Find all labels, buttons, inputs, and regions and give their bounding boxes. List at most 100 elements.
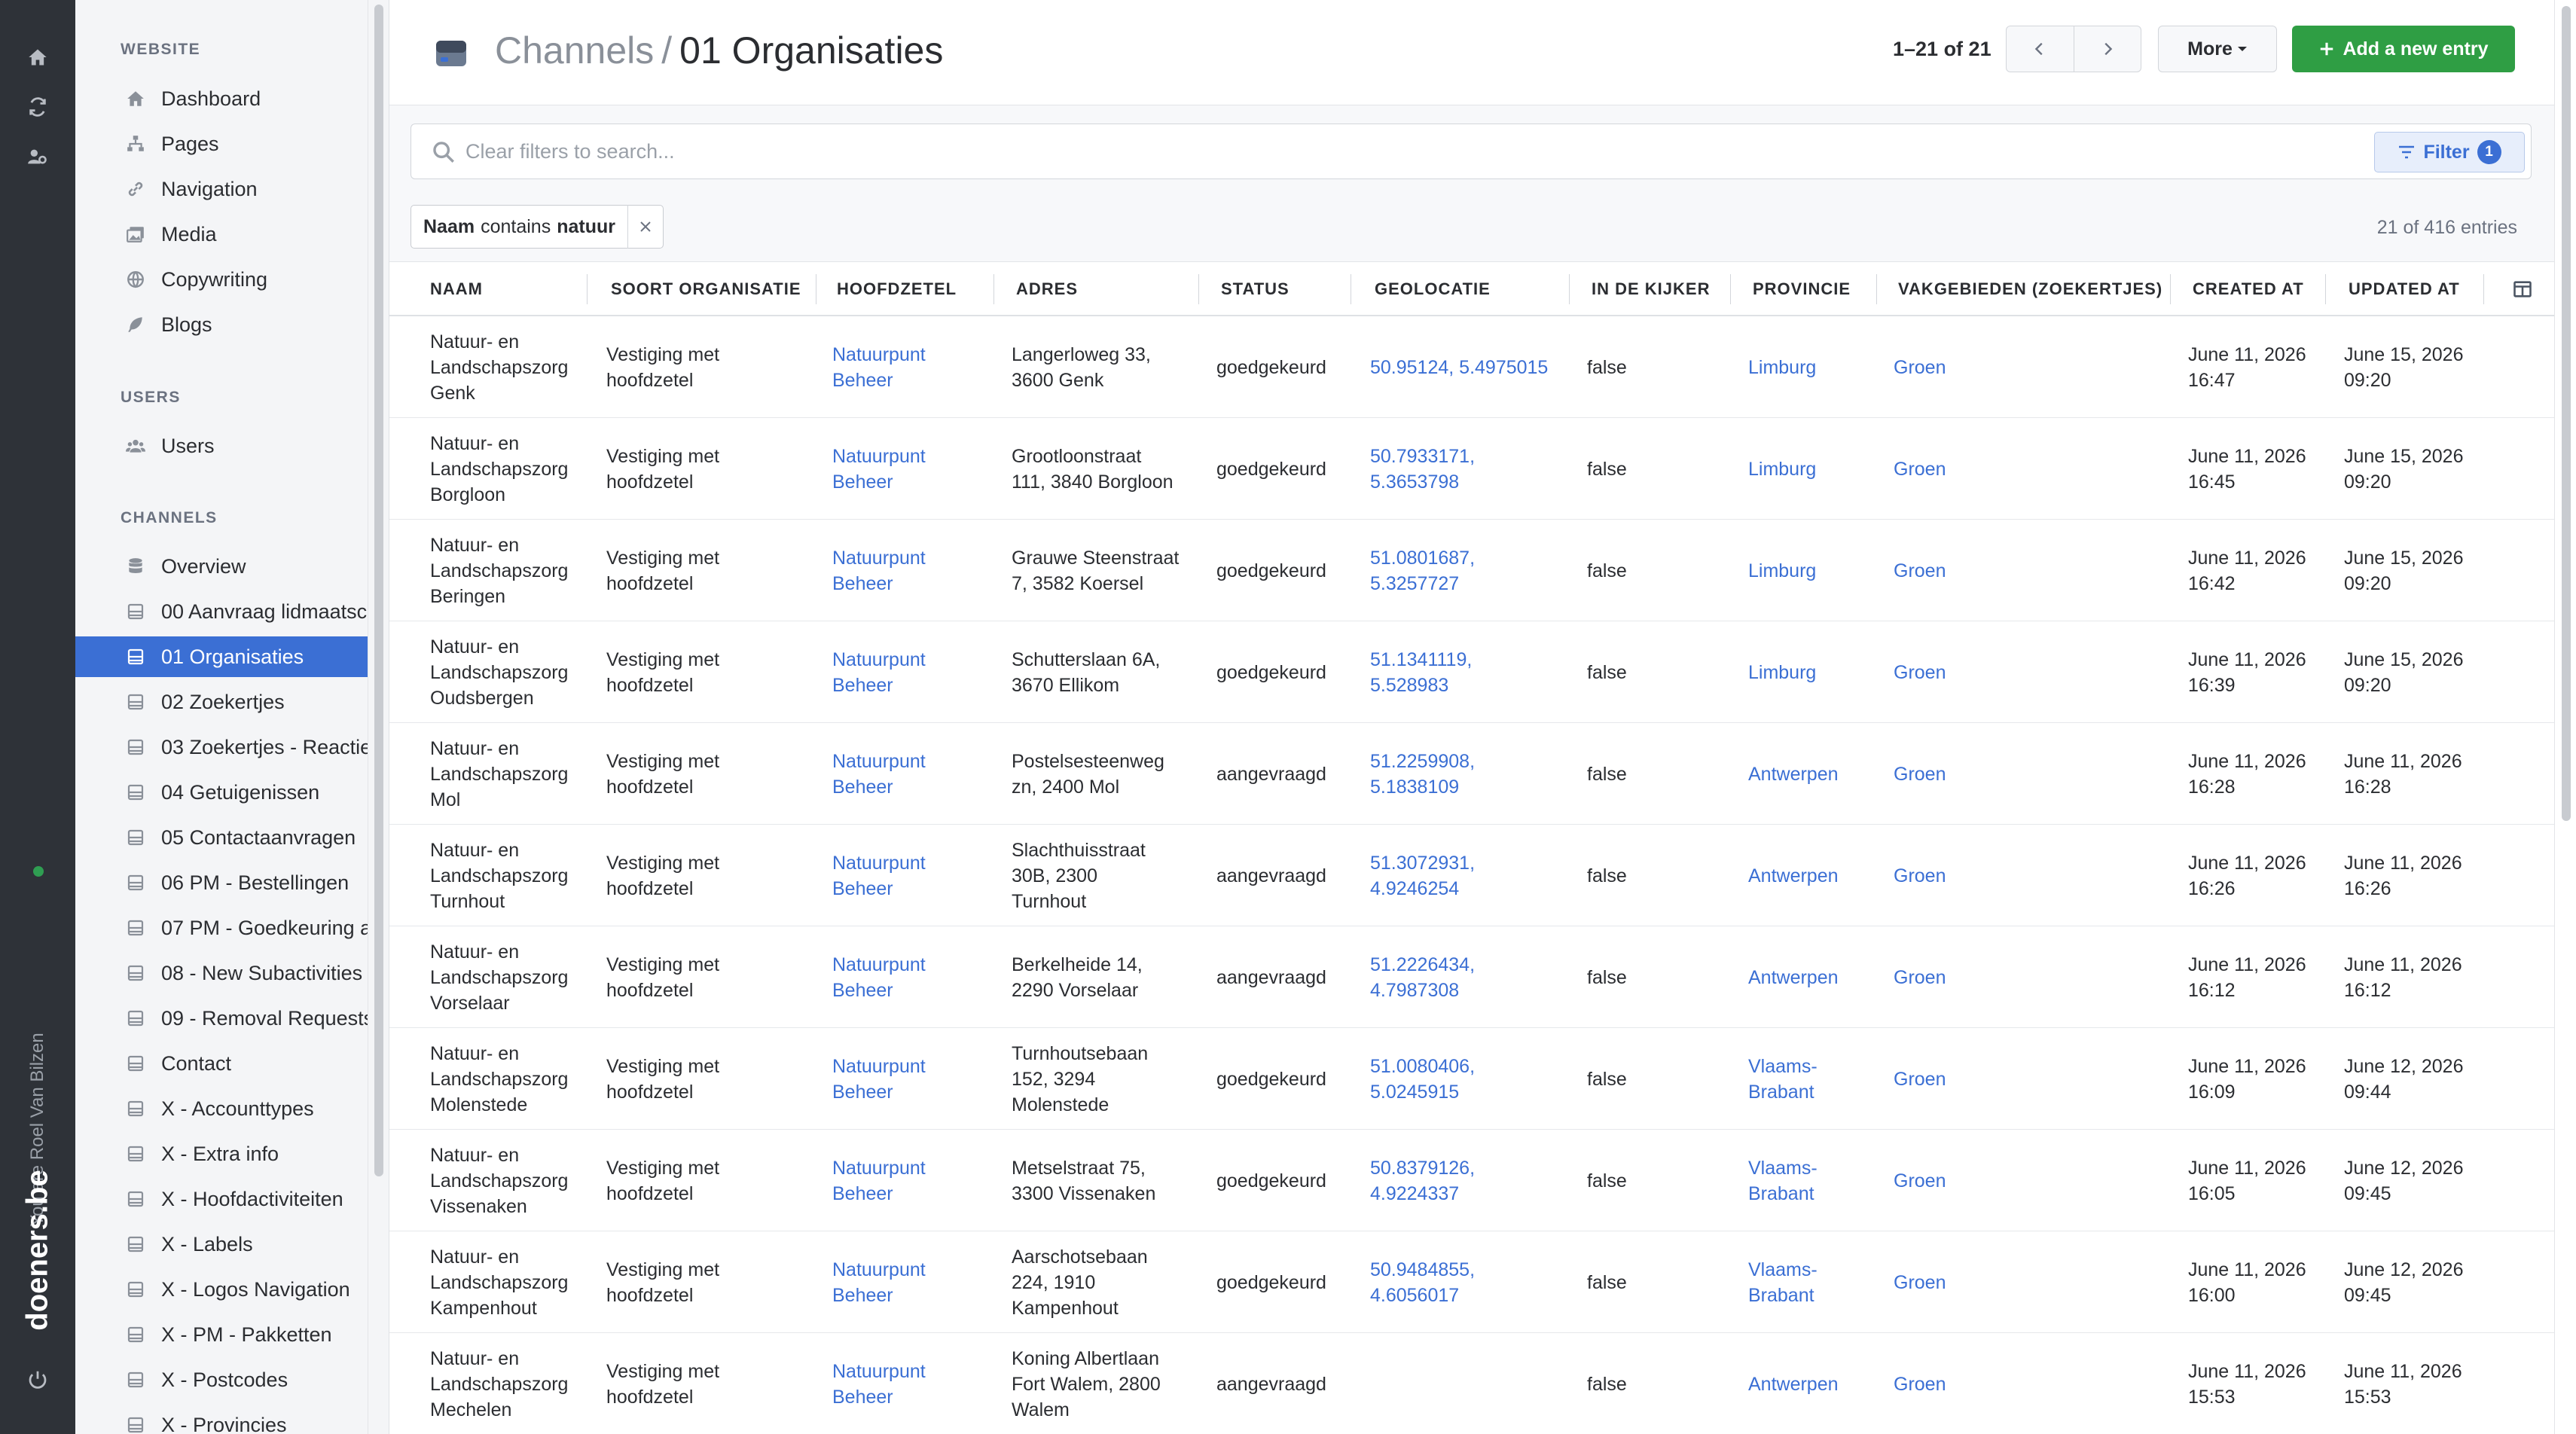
- geolocatie-link[interactable]: 51.0801687, 5.3257727: [1370, 520, 1475, 621]
- hoofdzetel-link[interactable]: Natuurpunt Beheer: [832, 418, 926, 520]
- column-divider[interactable]: [2325, 274, 2326, 304]
- table-row[interactable]: Natuur- en Landschapszorg Genk Vestiging me…: [389, 316, 2555, 418]
- hoofdzetel-link[interactable]: Natuurpunt Beheer: [832, 926, 926, 1028]
- main-scrollbar[interactable]: [2554, 0, 2576, 1434]
- geolocatie-link[interactable]: 50.7933171, 5.3653798: [1370, 418, 1475, 520]
- sidebar-item-channel[interactable]: 05 Contactaanvragen: [75, 817, 368, 858]
- table-row[interactable]: Natuur- en Landschapszorg Kampenhout Vestig…: [389, 1231, 2555, 1333]
- filter-button[interactable]: Filter 1: [2374, 132, 2525, 172]
- add-entry-button[interactable]: Add a new entry: [2292, 26, 2515, 72]
- column-divider[interactable]: [1730, 274, 1731, 304]
- column-divider[interactable]: [587, 274, 588, 304]
- column-header[interactable]: GEOLOCATIE: [1375, 262, 1491, 316]
- sidebar-item-dashboard[interactable]: Dashboard: [75, 78, 368, 119]
- column-header[interactable]: IN DE KIJKER: [1592, 262, 1710, 316]
- sidebar-item-channel-active[interactable]: 01 Organisaties: [75, 636, 368, 677]
- table-row[interactable]: Natuur- en Landschapszorg Borgloon Vestigin…: [389, 418, 2555, 520]
- provincie-link[interactable]: Limburg: [1748, 621, 1816, 723]
- vakgebieden-link[interactable]: Groen: [1894, 1333, 1946, 1434]
- geolocatie-link[interactable]: 51.3072931, 4.9246254: [1370, 825, 1475, 926]
- geolocatie-link[interactable]: 51.2226434, 4.7987308: [1370, 926, 1475, 1028]
- vakgebieden-link[interactable]: Groen: [1894, 621, 1946, 723]
- users-gear-icon[interactable]: [24, 143, 51, 170]
- hoofdzetel-link[interactable]: Natuurpunt Beheer: [832, 1028, 926, 1130]
- sidebar-scrollbar-thumb[interactable]: [374, 5, 383, 1176]
- vakgebieden-link[interactable]: Groen: [1894, 1231, 1946, 1333]
- sidebar-item-media[interactable]: Media: [75, 214, 368, 255]
- sidebar-item-channel[interactable]: 09 - Removal Requests: [75, 998, 368, 1039]
- column-header[interactable]: PROVINCIE: [1753, 262, 1851, 316]
- provincie-link[interactable]: Vlaams- Brabant: [1748, 1028, 1818, 1130]
- provincie-link[interactable]: Antwerpen: [1748, 1333, 1839, 1434]
- provincie-link[interactable]: Limburg: [1748, 520, 1816, 621]
- more-button[interactable]: More: [2158, 26, 2277, 72]
- sidebar-item-channel[interactable]: 07 PM - Goedkeuring aanvragen: [75, 908, 368, 948]
- sidebar-item-channel[interactable]: X - Postcodes: [75, 1359, 368, 1400]
- hoofdzetel-link[interactable]: Natuurpunt Beheer: [832, 723, 926, 825]
- column-header[interactable]: UPDATED AT: [2349, 262, 2460, 316]
- sidebar-item-channel[interactable]: 00 Aanvraag lidmaatschap: [75, 591, 368, 632]
- vakgebieden-link[interactable]: Groen: [1894, 316, 1946, 418]
- sidebar-item-pages[interactable]: Pages: [75, 124, 368, 164]
- table-row[interactable]: Natuur- en Landschapszorg Mechelen Vestigin…: [389, 1333, 2555, 1434]
- sidebar-item-channel[interactable]: X - Accounttypes: [75, 1088, 368, 1129]
- power-icon[interactable]: [24, 1366, 51, 1393]
- previous-page-button[interactable]: [2007, 26, 2074, 72]
- table-row[interactable]: Natuur- en Landschapszorg Oudsbergen Vestig…: [389, 621, 2555, 723]
- sidebar-item-channel[interactable]: X - Hoofdactiviteiten: [75, 1179, 368, 1219]
- main-scrollbar-thumb[interactable]: [2562, 6, 2571, 821]
- vakgebieden-link[interactable]: Groen: [1894, 926, 1946, 1028]
- table-row[interactable]: Natuur- en Landschapszorg Vissenaken Vestig…: [389, 1130, 2555, 1231]
- vakgebieden-link[interactable]: Groen: [1894, 418, 1946, 520]
- geolocatie-link[interactable]: 51.0080406, 5.0245915: [1370, 1028, 1475, 1130]
- vakgebieden-link[interactable]: Groen: [1894, 723, 1946, 825]
- sidebar-item-channel[interactable]: X - Logos Navigation: [75, 1269, 368, 1310]
- sidebar-item-channel[interactable]: 08 - New Subactivities: [75, 953, 368, 993]
- hoofdzetel-link[interactable]: Natuurpunt Beheer: [832, 520, 926, 621]
- sidebar-item-channel[interactable]: X - Labels: [75, 1224, 368, 1265]
- geolocatie-link[interactable]: 50.95124, 5.4975015: [1370, 316, 1548, 418]
- table-row[interactable]: Natuur- en Landschapszorg Vorselaar Vestigi…: [389, 926, 2555, 1028]
- hoofdzetel-link[interactable]: Natuurpunt Beheer: [832, 825, 926, 926]
- vakgebieden-link[interactable]: Groen: [1894, 1130, 1946, 1231]
- column-header[interactable]: NAAM: [430, 262, 483, 316]
- column-header[interactable]: HOOFDZETEL: [837, 262, 957, 316]
- provincie-link[interactable]: Antwerpen: [1748, 723, 1839, 825]
- sidebar-item-blogs[interactable]: Blogs: [75, 304, 368, 345]
- sidebar-item-navigation[interactable]: Navigation: [75, 169, 368, 209]
- sidebar-item-copywriting[interactable]: Copywriting: [75, 259, 368, 300]
- search-input[interactable]: [465, 135, 2198, 168]
- table-row[interactable]: Natuur- en Landschapszorg Mol Vestiging met…: [389, 723, 2555, 825]
- column-divider[interactable]: [2483, 274, 2484, 304]
- home-icon[interactable]: [24, 44, 51, 71]
- column-divider[interactable]: [1569, 274, 1570, 304]
- sidebar-scrollbar[interactable]: [368, 0, 389, 1434]
- column-divider[interactable]: [1198, 274, 1199, 304]
- columns-toggle-icon[interactable]: [2512, 279, 2533, 304]
- geolocatie-link[interactable]: 51.2259908, 5.1838109: [1370, 723, 1475, 825]
- column-header[interactable]: STATUS: [1221, 262, 1290, 316]
- provincie-link[interactable]: Limburg: [1748, 418, 1816, 520]
- sidebar-item-users[interactable]: Users: [75, 426, 368, 466]
- column-divider[interactable]: [1876, 274, 1877, 304]
- column-header[interactable]: CREATED AT: [2193, 262, 2304, 316]
- table-row[interactable]: Natuur- en Landschapszorg Beringen Vestigin…: [389, 520, 2555, 621]
- hoofdzetel-link[interactable]: Natuurpunt Beheer: [832, 1130, 926, 1231]
- table-row[interactable]: Natuur- en Landschapszorg Molenstede Vestig…: [389, 1028, 2555, 1130]
- next-page-button[interactable]: [2073, 26, 2141, 72]
- column-header[interactable]: ADRES: [1016, 262, 1078, 316]
- sidebar-item-channel[interactable]: X - PM - Pakketten: [75, 1314, 368, 1355]
- sidebar-item-overview[interactable]: Overview: [75, 546, 368, 587]
- provincie-link[interactable]: Limburg: [1748, 316, 1816, 418]
- active-filter-chip[interactable]: Naam contains natuur: [411, 205, 664, 249]
- provincie-link[interactable]: Antwerpen: [1748, 825, 1839, 926]
- hoofdzetel-link[interactable]: Natuurpunt Beheer: [832, 316, 926, 418]
- column-divider[interactable]: [993, 274, 994, 304]
- provincie-link[interactable]: Vlaams- Brabant: [1748, 1231, 1818, 1333]
- table-row[interactable]: Natuur- en Landschapszorg Turnhout Vestigin…: [389, 825, 2555, 926]
- vakgebieden-link[interactable]: Groen: [1894, 1028, 1946, 1130]
- column-header[interactable]: SOORT ORGANISATIE: [611, 262, 801, 316]
- remove-filter-button[interactable]: [627, 205, 652, 249]
- geolocatie-link[interactable]: 51.1341119, 5.528983: [1370, 621, 1472, 723]
- provincie-link[interactable]: Antwerpen: [1748, 926, 1839, 1028]
